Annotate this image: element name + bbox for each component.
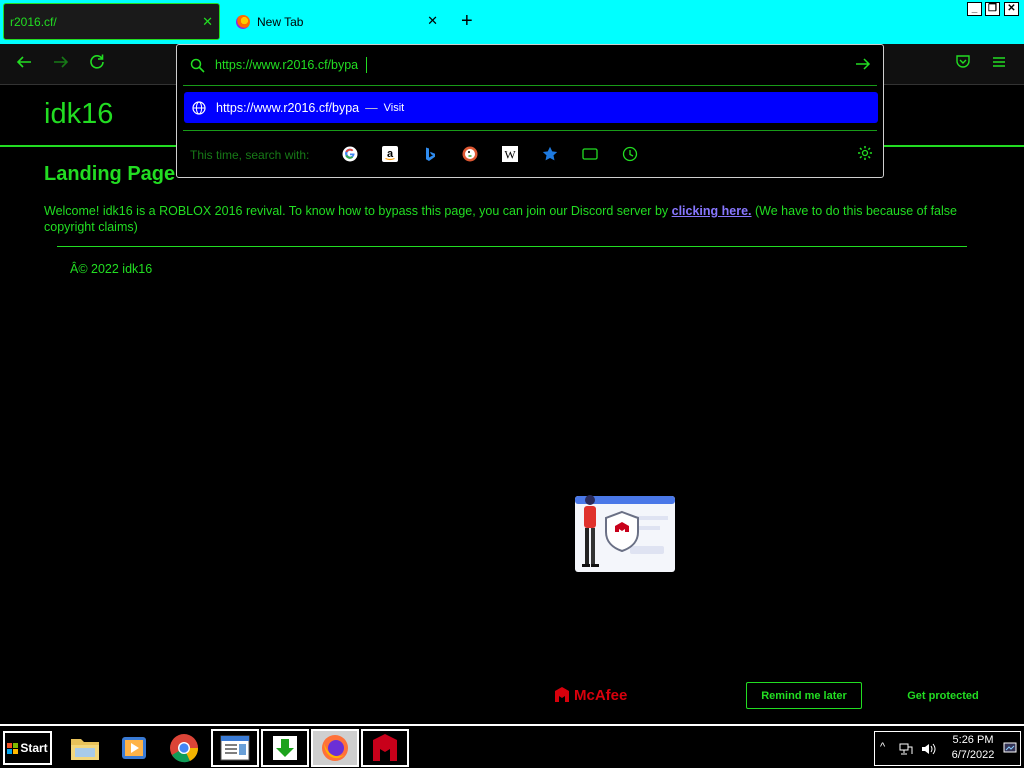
suggestion-url: https://www.r2016.cf/bypa bbox=[216, 100, 360, 115]
bookmarks-icon[interactable] bbox=[542, 146, 558, 162]
url-bar[interactable] bbox=[177, 45, 883, 85]
taskbar-notepad[interactable] bbox=[211, 729, 259, 767]
mcafee-shield-icon bbox=[555, 687, 569, 702]
folder-icon bbox=[71, 739, 99, 760]
url-dropdown: https://www.r2016.cf/bypa — Visit This t… bbox=[176, 44, 884, 178]
remind-later-button[interactable]: Remind me later bbox=[746, 682, 862, 709]
pocket-icon bbox=[956, 55, 970, 68]
wikipedia-icon[interactable]: W bbox=[502, 146, 518, 162]
welcome-text: Welcome! idk16 is a ROBLOX 2016 revival.… bbox=[44, 203, 979, 235]
google-icon[interactable] bbox=[342, 146, 358, 162]
bing-icon[interactable] bbox=[422, 146, 438, 162]
show-desktop-icon[interactable] bbox=[1003, 741, 1017, 755]
taskbar-chrome[interactable] bbox=[160, 729, 208, 767]
tab-r2016[interactable]: r2016.cf/ ✕ bbox=[3, 3, 220, 40]
reload-icon bbox=[90, 54, 104, 69]
suggestion-separator: — bbox=[365, 100, 378, 115]
duckduckgo-icon[interactable] bbox=[462, 146, 478, 162]
minimize-button[interactable]: _ bbox=[967, 2, 982, 16]
search-with-label: This time, search with: bbox=[190, 148, 310, 162]
dropdown-divider bbox=[183, 130, 877, 131]
close-tab-icon[interactable]: ✕ bbox=[427, 13, 438, 29]
back-button[interactable] bbox=[15, 53, 33, 75]
welcome-text-start: Welcome! idk16 is a ROBLOX 2016 revival.… bbox=[44, 204, 672, 218]
taskbar-downloader[interactable] bbox=[261, 729, 309, 767]
amazon-icon[interactable]: a bbox=[382, 146, 398, 162]
get-protected-button[interactable]: Get protected bbox=[898, 682, 988, 709]
clock-time[interactable]: 5:26 PM bbox=[948, 734, 998, 746]
gear-icon[interactable] bbox=[857, 145, 873, 161]
pocket-button[interactable] bbox=[955, 53, 971, 73]
taskbar: Start ^ 5:26 PM 6/7/2022 bbox=[0, 724, 1024, 768]
forward-button[interactable] bbox=[52, 53, 70, 75]
document-window-icon bbox=[220, 735, 250, 761]
new-tab-button[interactable]: + bbox=[461, 11, 473, 31]
dropdown-divider bbox=[183, 85, 877, 86]
reload-button[interactable] bbox=[88, 53, 106, 75]
taskbar-file-explorer[interactable] bbox=[61, 729, 109, 767]
close-tab-icon[interactable]: ✕ bbox=[202, 14, 213, 30]
volume-icon[interactable] bbox=[921, 743, 937, 755]
clock-date[interactable]: 6/7/2022 bbox=[946, 749, 1000, 761]
windows-flag-icon bbox=[7, 742, 19, 754]
arrow-right-icon bbox=[54, 56, 69, 68]
page-heading: Landing Page bbox=[44, 163, 176, 185]
menu-button[interactable] bbox=[992, 53, 1006, 73]
mcafee-illustration bbox=[570, 494, 675, 574]
search-icon bbox=[190, 58, 205, 73]
firefox-icon bbox=[236, 14, 250, 29]
close-window-button[interactable]: ✕ bbox=[1004, 2, 1019, 16]
svg-text:a: a bbox=[387, 148, 394, 160]
footer-divider bbox=[57, 246, 967, 247]
taskbar-media-player[interactable] bbox=[110, 729, 158, 767]
tab-label: New Tab bbox=[257, 14, 304, 29]
taskbar-firefox[interactable] bbox=[311, 729, 359, 767]
tabs-icon[interactable] bbox=[582, 146, 598, 162]
tab-strip: r2016.cf/ ✕ New Tab ✕ + _ ❐ ✕ bbox=[0, 0, 1024, 44]
taskbar-mcafee[interactable] bbox=[361, 729, 409, 767]
download-icon bbox=[273, 736, 297, 760]
go-arrow-icon[interactable] bbox=[855, 56, 871, 72]
tray-expand-icon[interactable]: ^ bbox=[880, 741, 885, 753]
svg-text:W: W bbox=[504, 148, 516, 162]
firefox-icon bbox=[322, 735, 348, 761]
media-player-icon bbox=[122, 737, 146, 759]
hamburger-icon bbox=[993, 57, 1005, 67]
chrome-icon bbox=[170, 734, 199, 763]
globe-icon bbox=[192, 100, 206, 115]
tab-new-tab[interactable]: New Tab ✕ bbox=[228, 3, 446, 40]
history-icon[interactable] bbox=[622, 146, 638, 162]
mcafee-brand: McAfee bbox=[574, 686, 628, 704]
site-title[interactable]: idk16 bbox=[44, 98, 113, 131]
suggestion-action: Visit bbox=[383, 101, 405, 114]
copyright-text: Â© 2022 idk16 bbox=[70, 262, 153, 276]
url-input[interactable] bbox=[215, 56, 835, 74]
text-caret bbox=[366, 57, 367, 73]
restore-button[interactable]: ❐ bbox=[985, 2, 1000, 16]
tab-label: r2016.cf/ bbox=[10, 14, 57, 29]
url-suggestion-row[interactable]: https://www.r2016.cf/bypa — Visit bbox=[184, 92, 878, 123]
mcafee-shield-icon bbox=[373, 734, 397, 761]
system-tray: ^ 5:26 PM 6/7/2022 bbox=[874, 731, 1021, 766]
mcafee-logo: McAfee bbox=[553, 686, 627, 704]
discord-link[interactable]: clicking here. bbox=[672, 204, 752, 218]
start-button[interactable]: Start bbox=[3, 731, 52, 765]
arrow-left-icon bbox=[16, 56, 31, 68]
network-icon[interactable] bbox=[899, 743, 913, 755]
start-label: Start bbox=[20, 741, 48, 755]
